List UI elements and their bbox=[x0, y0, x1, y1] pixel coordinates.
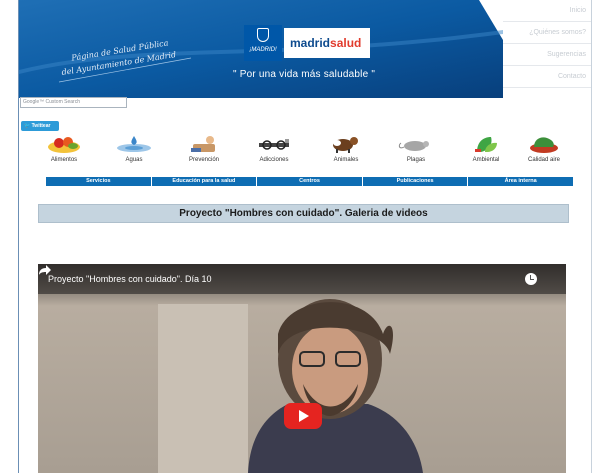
nav-area-interna[interactable]: Área interna bbox=[468, 177, 573, 186]
category-aguas[interactable]: Aguas bbox=[104, 134, 164, 163]
category-label: Alimentos bbox=[50, 157, 78, 163]
nav-educacion[interactable]: Educación para la salud bbox=[152, 177, 258, 186]
animals-icon bbox=[333, 137, 358, 153]
play-button[interactable] bbox=[284, 403, 322, 429]
crest-icon bbox=[257, 28, 269, 42]
nav-publicaciones[interactable]: Publicaciones bbox=[363, 177, 469, 186]
category-label: Animales bbox=[333, 157, 359, 163]
nav-servicios[interactable]: Servicios bbox=[46, 177, 152, 186]
category-label: Prevención bbox=[188, 157, 220, 163]
category-label: Calidad aire bbox=[527, 157, 561, 163]
top-menu-contacto[interactable]: Contacto bbox=[503, 66, 591, 88]
logo-brand-b: salud bbox=[330, 36, 362, 50]
twitter-share-button[interactable]: 🐦 Twittear bbox=[21, 121, 59, 131]
header-tagline: " Por una vida más saludable " bbox=[233, 69, 376, 80]
category-label: Aguas bbox=[125, 157, 143, 163]
top-menu-sugerencias[interactable]: Sugerencias bbox=[503, 44, 591, 66]
madrid-salud-logo[interactable]: ¡MADRID! madridsalud bbox=[244, 25, 370, 61]
category-calidad-aire[interactable]: Calidad aire bbox=[514, 134, 574, 163]
pests-icon bbox=[398, 141, 429, 151]
category-ambiental[interactable]: Ambiental bbox=[456, 134, 516, 163]
logo-madrid-text: ¡MADRID! bbox=[249, 47, 277, 53]
watch-later-icon[interactable] bbox=[525, 273, 537, 285]
madrid-crest-logo: ¡MADRID! bbox=[244, 25, 282, 61]
main-nav: Servicios Educación para la salud Centro… bbox=[46, 177, 573, 186]
category-animales[interactable]: Animales bbox=[316, 134, 376, 163]
category-plagas[interactable]: Plagas bbox=[386, 134, 446, 163]
nav-centros[interactable]: Centros bbox=[257, 177, 363, 186]
logo-brand-a: madrid bbox=[290, 36, 331, 50]
video-title: Proyecto "Hombres con cuidado". Día 10 bbox=[48, 274, 212, 284]
twitter-label: Twittear bbox=[31, 123, 51, 129]
water-icon bbox=[117, 136, 151, 152]
category-adicciones[interactable]: Adicciones bbox=[244, 134, 304, 163]
share-icon[interactable] bbox=[38, 264, 52, 276]
top-menu-quienes-somos[interactable]: ¿Quiénes somos? bbox=[503, 22, 591, 44]
search-input[interactable]: Google™ Custom Search bbox=[20, 97, 127, 108]
page-title: Proyecto "Hombres con cuidado". Galeria … bbox=[38, 204, 569, 223]
environment-icon bbox=[475, 137, 497, 152]
video-player[interactable]: Proyecto "Hombres con cuidado". Día 10 bbox=[38, 264, 566, 473]
logo-brand: madridsalud bbox=[284, 28, 370, 58]
category-alimentos[interactable]: Alimentos bbox=[34, 134, 94, 163]
category-icons: Alimentos Aguas Prevención Adicciones An… bbox=[34, 134, 574, 176]
prevention-icon bbox=[191, 136, 215, 152]
category-label: Plagas bbox=[406, 157, 426, 163]
air-quality-icon bbox=[530, 137, 558, 153]
top-menu: Inicio ¿Quiénes somos? Sugerencias Conta… bbox=[503, 0, 591, 88]
category-label: Adicciones bbox=[259, 157, 289, 163]
food-icon bbox=[48, 137, 80, 153]
addictions-icon bbox=[259, 139, 289, 150]
category-label: Ambiental bbox=[472, 157, 500, 163]
category-prevencion[interactable]: Prevención bbox=[174, 134, 234, 163]
video-frame bbox=[38, 264, 566, 473]
twitter-icon: 🐦 bbox=[24, 123, 31, 129]
top-menu-inicio[interactable]: Inicio bbox=[503, 0, 591, 22]
